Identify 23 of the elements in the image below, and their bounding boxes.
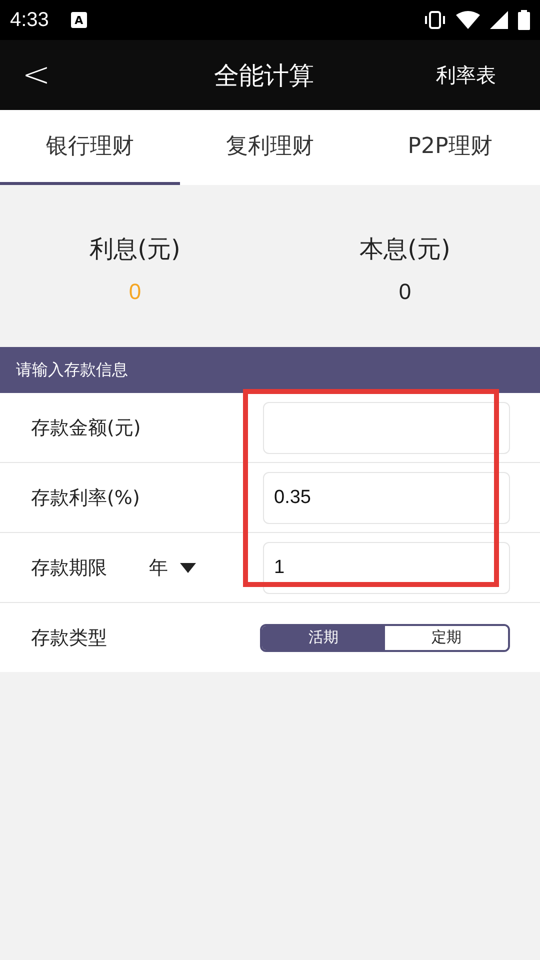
- field-label: 存款类型: [31, 626, 107, 650]
- field-label: 存款利率(%): [31, 486, 140, 510]
- input-field[interactable]: [263, 402, 510, 454]
- result-label: 利息(元): [90, 234, 180, 265]
- result-label: 本息(元): [360, 234, 450, 265]
- input-field[interactable]: 0.35: [263, 472, 510, 524]
- field-label: 存款金额(元): [31, 416, 141, 440]
- field-label: 存款期限: [31, 556, 107, 580]
- unit-dropdown[interactable]: 年: [149, 554, 196, 580]
- back-button[interactable]: <: [22, 55, 72, 95]
- caret-icon: [180, 562, 196, 572]
- result-value: 0: [128, 279, 142, 305]
- segment-option[interactable]: 活期: [262, 626, 385, 650]
- wifi-icon: [456, 11, 480, 29]
- notification-icon: A: [70, 12, 87, 28]
- rate-table-button[interactable]: 利率表: [416, 62, 540, 88]
- screen-title: 全能计算: [213, 60, 315, 92]
- battery-icon: [518, 10, 530, 30]
- clock-time: 4:33: [10, 8, 49, 32]
- vibrate-icon: [424, 11, 446, 29]
- result-value: 0: [398, 279, 412, 305]
- section-title: 请输入存款信息: [16, 360, 128, 380]
- signal-icon: [490, 11, 508, 29]
